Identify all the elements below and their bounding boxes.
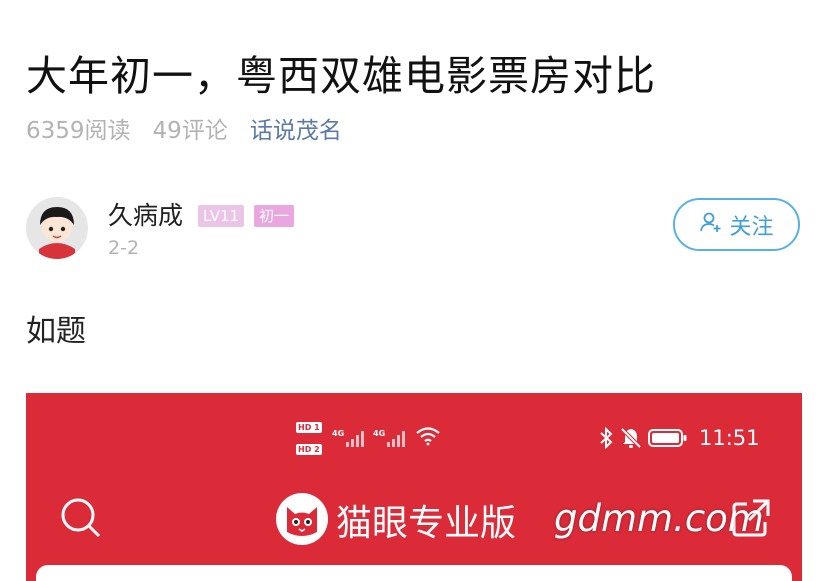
post-text: 如题 — [26, 314, 86, 349]
wifi-icon — [415, 426, 441, 450]
search-icon[interactable] — [59, 496, 103, 544]
post-date: 2-2 — [108, 237, 140, 259]
signal-icon — [346, 429, 366, 451]
content-card — [36, 565, 792, 581]
app-title: 猫眼专业版 — [336, 503, 517, 544]
signal-icon — [387, 429, 407, 451]
avatar[interactable] — [26, 197, 88, 259]
embedded-screenshot[interactable]: HD 1 HD 2 4G 4G 11:51 猫眼专业版 gdmm.com — [26, 393, 802, 581]
mute-icon — [620, 427, 642, 453]
cat-logo-icon — [275, 492, 329, 550]
follow-button[interactable]: 关注 — [673, 198, 800, 251]
sim1-label: HD 1 — [296, 422, 322, 433]
article-meta: 6359阅读 49评论 话说茂名 — [26, 112, 364, 144]
article-title: 大年初一，粤西双雄电影票房对比 — [26, 52, 656, 100]
network-label-2: 4G — [373, 429, 386, 438]
tag-badge: 初一 — [254, 205, 295, 227]
author-name[interactable]: 久病成 — [108, 196, 183, 232]
battery-icon — [648, 428, 688, 452]
network-label-1: 4G — [332, 429, 345, 438]
bluetooth-icon — [599, 426, 613, 453]
view-count: 6359阅读 — [26, 118, 131, 144]
level-badge: LV11 — [198, 205, 245, 227]
comment-count[interactable]: 49评论 — [153, 111, 228, 145]
watermark: gdmm.com — [554, 497, 764, 540]
user-plus-icon — [699, 210, 723, 240]
topic-link[interactable]: 话说茂名 — [250, 111, 342, 145]
follow-label: 关注 — [729, 214, 774, 240]
sim2-label: HD 2 — [296, 444, 322, 455]
status-time: 11:51 — [699, 426, 760, 450]
